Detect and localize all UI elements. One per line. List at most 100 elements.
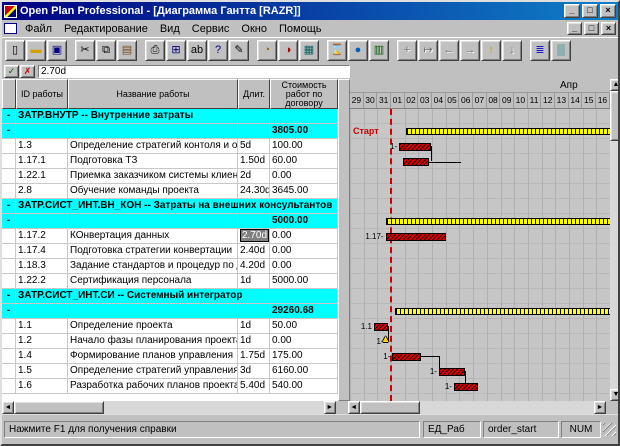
table-row-1.4[interactable]: 1.4Формирование планов управления1.75d17… [2, 349, 338, 364]
scroll-up-button[interactable]: ▲ [610, 79, 620, 91]
accept-edit-button[interactable]: ✓ [4, 65, 19, 78]
move-down-button[interactable]: ↓ [502, 40, 522, 61]
histogram-button[interactable]: ▥ [369, 40, 389, 61]
table-row-total-7[interactable]: -5000.00 [2, 214, 338, 229]
expand-toggle[interactable]: - [2, 124, 16, 139]
link-activities-button[interactable]: ↦ [418, 40, 438, 61]
app-icon[interactable] [4, 5, 17, 18]
scroll-down-button[interactable]: ▼ [610, 389, 620, 401]
table-scroll-track[interactable] [14, 401, 324, 414]
print-button[interactable]: ⎙ [145, 40, 165, 61]
expand-toggle[interactable]: - [2, 199, 16, 214]
milestone-marker[interactable]: ▲ [381, 335, 391, 345]
edit-value-input[interactable] [38, 65, 350, 78]
help-button[interactable]: ? [208, 40, 228, 61]
mdi-child-icon[interactable] [4, 23, 17, 34]
mdi-minimize-button[interactable]: _ [567, 22, 582, 35]
vertical-scroll-track[interactable] [610, 91, 620, 389]
menu-item-2[interactable]: Редактирование [58, 22, 154, 36]
minimize-button[interactable]: _ [564, 4, 580, 18]
table-row-total-13[interactable]: -29260.68 [2, 304, 338, 319]
table-row-1.22.1[interactable]: 1.22.1Приемка заказчиком системы клиент2… [2, 169, 338, 184]
table-row-1.17.1[interactable]: 1.17.1Подготовка ТЗ1.50d60.00 [2, 154, 338, 169]
expand-toggle[interactable]: - [2, 214, 16, 229]
table-row-1.6[interactable]: 1.6Разработка рабочих планов проекта5.40… [2, 379, 338, 394]
task-bar[interactable] [392, 353, 421, 361]
cut-button[interactable]: ✂ [75, 40, 95, 61]
expand-toggle[interactable]: - [2, 109, 16, 124]
restore-button[interactable]: □ [582, 4, 598, 18]
table-scroll-thumb[interactable] [14, 401, 104, 414]
table-row-1.2[interactable]: 1.2Начало фазы планирования проекта1d0.0… [2, 334, 338, 349]
view-spreadsheet-button[interactable]: ▒ [551, 40, 571, 61]
cell-duration: 2.70d [238, 229, 270, 244]
menu-item-5[interactable]: Окно [235, 22, 273, 36]
expand-toggle[interactable]: - [2, 289, 16, 304]
cell-id: 1.3 [16, 139, 68, 154]
table-row-section-12[interactable]: -ЗАТР.СИСТ_ИНТ.СИ -- Системный интеграто… [2, 289, 338, 304]
summary-bar[interactable] [395, 308, 610, 315]
mdi-close-button[interactable]: × [601, 22, 616, 35]
duration-edit-cell[interactable]: 2.70d [240, 229, 269, 242]
view-barchart-button[interactable]: ≣ [530, 40, 550, 61]
copy-button[interactable]: ⧉ [96, 40, 116, 61]
task-bar[interactable] [374, 323, 388, 331]
resize-grip[interactable] [603, 423, 616, 436]
insert-activity-button[interactable]: + [397, 40, 417, 61]
cost-calculator-button[interactable]: ▦ [299, 40, 319, 61]
task-bar[interactable] [399, 143, 430, 151]
table-row-total-1[interactable]: -3805.00 [2, 124, 338, 139]
day-gridline [555, 109, 556, 401]
task-bar[interactable] [386, 233, 446, 241]
task-bar[interactable] [439, 368, 465, 376]
table-row-1.22.2[interactable]: 1.22.2Сертификация персонала1d5000.00 [2, 274, 338, 289]
expand-toggle[interactable]: - [2, 304, 16, 319]
table-row-1.18.3[interactable]: 1.18.3Задание стандартов и процедур по д… [2, 259, 338, 274]
cell-duration: 1.50d [238, 154, 270, 169]
pane-splitter[interactable] [338, 79, 350, 401]
table-row-1.3[interactable]: 1.3Определение стратегий контоля и отч5d… [2, 139, 338, 154]
table-scroll-left-button[interactable]: ◄ [2, 401, 14, 414]
vertical-scroll-thumb[interactable] [610, 91, 620, 141]
table-row-1.1[interactable]: 1.1Определение проекта1d50.00 [2, 319, 338, 334]
table-row-1.17.4[interactable]: 1.17.4Подготовка стратегии конвертации2.… [2, 244, 338, 259]
new-document-button[interactable]: ▯ [5, 40, 25, 61]
print-preview-button[interactable]: ⊞ [166, 40, 186, 61]
indent-left-button[interactable]: ← [439, 40, 459, 61]
task-bar[interactable] [454, 383, 478, 391]
save-button[interactable]: ▣ [47, 40, 67, 61]
task-bar[interactable] [403, 158, 429, 166]
globe-button[interactable]: ● [348, 40, 368, 61]
paste-button[interactable]: ▤ [117, 40, 137, 61]
gantt-scroll-left-button[interactable]: ◄ [348, 401, 360, 414]
summary-bar[interactable] [406, 128, 610, 135]
mdi-window-controls: _ □ × [565, 22, 616, 35]
menu-item-4[interactable]: Сервис [186, 22, 236, 36]
move-up-button[interactable]: ↑ [481, 40, 501, 61]
indent-right-button[interactable]: → [460, 40, 480, 61]
spell-check-button[interactable]: ab [187, 40, 207, 61]
summary-bar[interactable] [386, 218, 610, 225]
time-analysis-button[interactable]: ◔ [257, 40, 277, 61]
table-row-section-6[interactable]: -ЗАТР.СИСТ_ИНТ.ВН_КОН -- Затраты на внеш… [2, 199, 338, 214]
gantt-scroll-track[interactable] [360, 401, 594, 414]
table-row-2.8[interactable]: 2.8Обучение команды проекта24.30d3645.00 [2, 184, 338, 199]
cancel-edit-button[interactable]: ✗ [20, 65, 35, 78]
mdi-restore-button[interactable]: □ [584, 22, 599, 35]
menu-item-3[interactable]: Вид [154, 22, 186, 36]
table-scroll-right-button[interactable]: ► [324, 401, 336, 414]
resource-analysis-button[interactable]: ◑ [278, 40, 298, 61]
day-gridline [501, 109, 502, 401]
open-folder-button[interactable]: ▬ [26, 40, 46, 61]
gantt-scroll-thumb[interactable] [360, 401, 420, 414]
table-row-section-0[interactable]: -ЗАТР.ВНУТР -- Внутренние затраты [2, 109, 338, 124]
context-help-button[interactable]: ✎ [229, 40, 249, 61]
close-button[interactable]: × [600, 4, 616, 18]
table-row-1.17.2[interactable]: 1.17.2КОнвертация данных2.70d0.00 [2, 229, 338, 244]
cell-id [16, 214, 68, 229]
menu-item-6[interactable]: Помощь [273, 22, 328, 36]
menu-item-1[interactable]: Файл [19, 22, 58, 36]
hourglass-button[interactable]: ⌛ [327, 40, 347, 61]
gantt-scroll-right-button[interactable]: ► [594, 401, 606, 414]
table-row-1.5[interactable]: 1.5Определение стратегий управления3d616… [2, 364, 338, 379]
